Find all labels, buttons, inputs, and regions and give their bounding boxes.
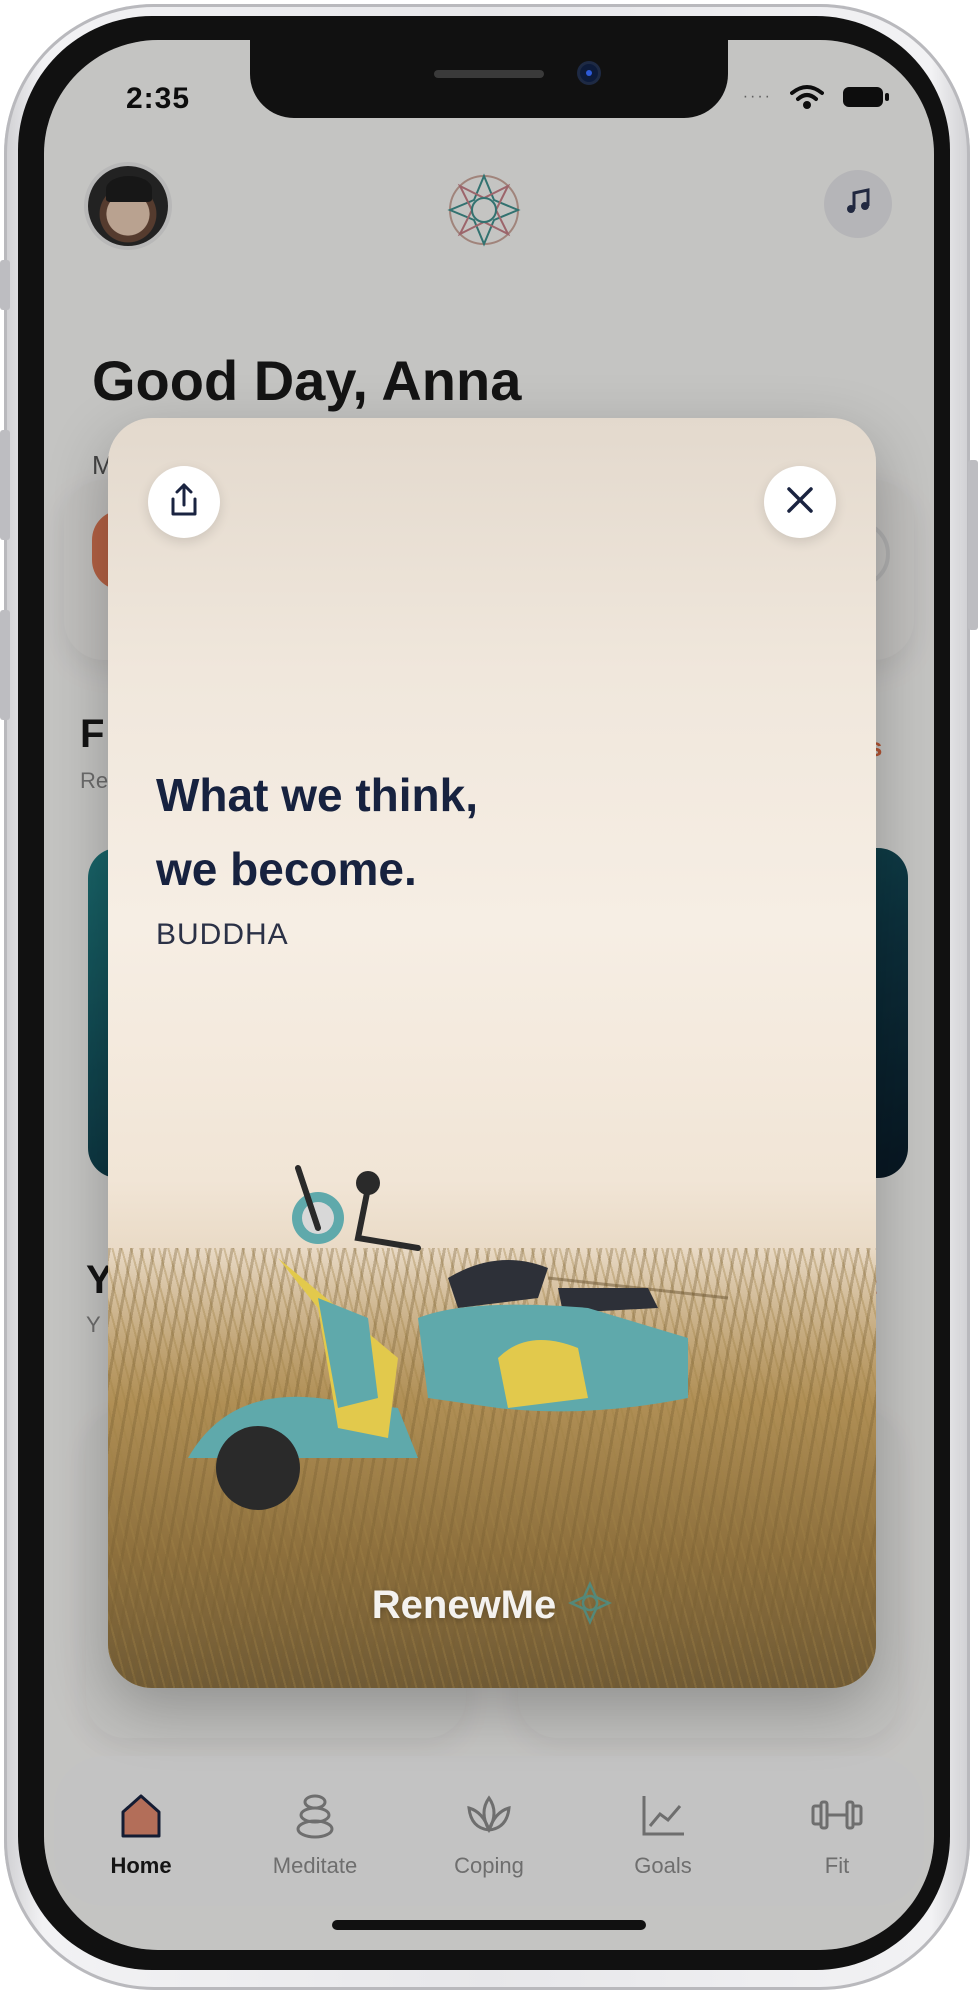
front-camera [580,64,598,82]
share-icon [167,481,201,524]
close-icon [785,485,815,520]
power-button [968,460,978,630]
notch [250,40,728,118]
mute-switch [0,260,10,310]
volume-up-button [0,430,10,540]
close-button[interactable] [764,466,836,538]
share-button[interactable] [148,466,220,538]
quote-text: What we think, we become. [156,769,478,895]
app-screen: 2:35 ···· Good Day, Anna M F Re Y Y Home… [44,40,934,1950]
quote-card: What we think, we become. BUDDHA RenewMe [108,418,876,1688]
scooter-illustration [188,1165,729,1510]
quote-author: BUDDHA [156,918,289,951]
brand-logo-icon [568,1581,613,1630]
volume-down-button [0,610,10,720]
brand-name: RenewMe [371,1583,557,1627]
brand-watermark: RenewMe [108,1581,876,1630]
speaker-grille [434,70,544,78]
home-indicator[interactable] [332,1920,646,1930]
